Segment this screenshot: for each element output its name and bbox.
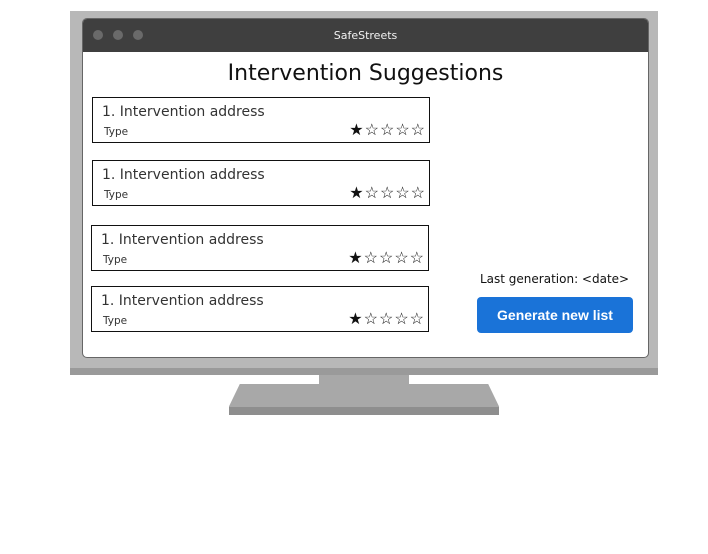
star-empty-icon[interactable]: ☆ <box>365 185 380 202</box>
star-empty-icon[interactable]: ☆ <box>379 311 394 328</box>
suggestion-type: Type <box>103 315 128 327</box>
star-empty-icon[interactable]: ☆ <box>364 311 379 328</box>
window-titlebar: SafeStreets <box>83 19 648 52</box>
star-filled-icon[interactable]: ★ <box>349 122 364 139</box>
suggestion-card[interactable]: 1. Intervention address Type ★☆☆☆☆ <box>92 160 430 206</box>
star-empty-icon[interactable]: ☆ <box>411 185 426 202</box>
star-rating[interactable]: ★☆☆☆☆ <box>348 312 425 328</box>
star-empty-icon[interactable]: ☆ <box>380 185 395 202</box>
suggestion-address: 1. Intervention address <box>101 293 264 309</box>
suggestion-address: 1. Intervention address <box>102 167 265 183</box>
page-title: Intervention Suggestions <box>227 61 504 86</box>
star-rating[interactable]: ★☆☆☆☆ <box>348 251 425 267</box>
star-empty-icon[interactable]: ☆ <box>410 250 425 267</box>
suggestion-card[interactable]: 1. Intervention address Type ★☆☆☆☆ <box>92 97 430 143</box>
last-generation-label: Last generation: <date> <box>480 272 630 286</box>
star-empty-icon[interactable]: ☆ <box>395 185 410 202</box>
star-empty-icon[interactable]: ☆ <box>379 250 394 267</box>
suggestion-type: Type <box>103 254 128 266</box>
star-filled-icon[interactable]: ★ <box>348 250 363 267</box>
suggestion-card[interactable]: 1. Intervention address Type ★☆☆☆☆ <box>91 286 429 332</box>
suggestion-type: Type <box>104 189 129 201</box>
monitor-chin <box>70 368 658 375</box>
window-title: SafeStreets <box>333 29 398 42</box>
monitor-stand-base-edge <box>229 407 499 415</box>
star-empty-icon[interactable]: ☆ <box>394 250 409 267</box>
suggestion-address: 1. Intervention address <box>102 104 265 120</box>
suggestion-type: Type <box>104 126 129 138</box>
generate-new-list-button[interactable]: Generate new list <box>477 297 633 333</box>
suggestion-address: 1. Intervention address <box>101 232 264 248</box>
star-empty-icon[interactable]: ☆ <box>395 122 410 139</box>
star-empty-icon[interactable]: ☆ <box>410 311 425 328</box>
star-filled-icon[interactable]: ★ <box>348 311 363 328</box>
star-empty-icon[interactable]: ☆ <box>364 250 379 267</box>
star-rating[interactable]: ★☆☆☆☆ <box>349 186 426 202</box>
star-empty-icon[interactable]: ☆ <box>411 122 426 139</box>
star-empty-icon[interactable]: ☆ <box>394 311 409 328</box>
star-empty-icon[interactable]: ☆ <box>365 122 380 139</box>
star-filled-icon[interactable]: ★ <box>349 185 364 202</box>
star-rating[interactable]: ★☆☆☆☆ <box>349 123 426 139</box>
suggestion-card[interactable]: 1. Intervention address Type ★☆☆☆☆ <box>91 225 429 271</box>
app-window: SafeStreets Intervention Suggestions 1. … <box>82 18 649 358</box>
star-empty-icon[interactable]: ☆ <box>380 122 395 139</box>
